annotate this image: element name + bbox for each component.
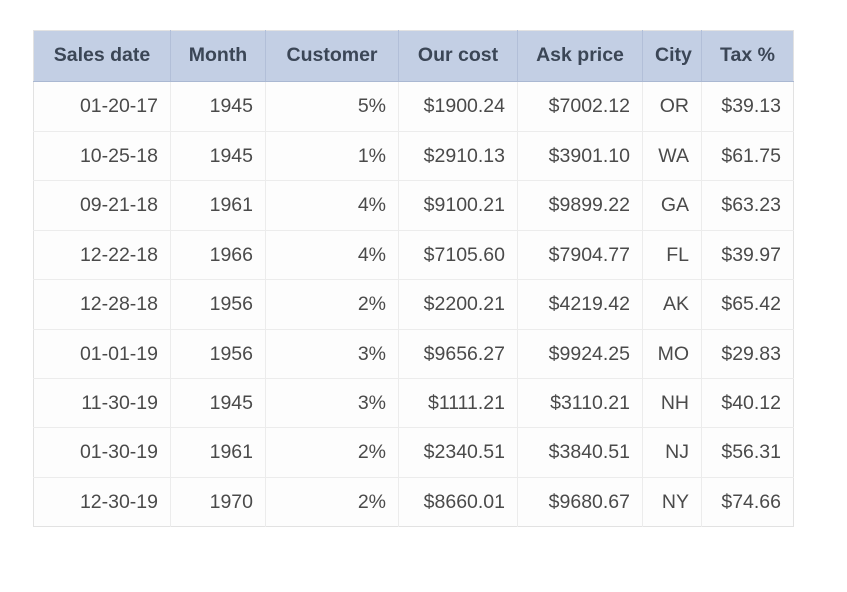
cell-city: AK bbox=[642, 279, 702, 330]
column-header-our-cost[interactable]: Our cost bbox=[398, 30, 518, 83]
cell-month: 1961 bbox=[170, 427, 266, 478]
cell-tax-pct: $56.31 bbox=[701, 427, 794, 478]
cell-ask-price: $9924.25 bbox=[517, 329, 643, 379]
cell-our-cost: $9100.21 bbox=[398, 180, 518, 231]
table-row[interactable]: 01-01-19 1956 3% $9656.27 $9924.25 MO $2… bbox=[33, 329, 794, 379]
cell-ask-price: $3110.21 bbox=[517, 378, 643, 429]
column-header-customer[interactable]: Customer bbox=[265, 30, 399, 83]
cell-sales-date: 12-28-18 bbox=[33, 279, 171, 330]
cell-customer: 5% bbox=[265, 81, 399, 132]
cell-our-cost: $1111.21 bbox=[398, 378, 518, 429]
cell-tax-pct: $61.75 bbox=[701, 131, 794, 182]
cell-ask-price: $3901.10 bbox=[517, 131, 643, 182]
cell-customer: 3% bbox=[265, 378, 399, 429]
cell-month: 1956 bbox=[170, 279, 266, 330]
cell-customer: 3% bbox=[265, 329, 399, 379]
cell-month: 1956 bbox=[170, 329, 266, 379]
cell-month: 1961 bbox=[170, 180, 266, 231]
cell-sales-date: 01-20-17 bbox=[33, 81, 171, 132]
cell-sales-date: 10-25-18 bbox=[33, 131, 171, 182]
table-row[interactable]: 10-25-18 1945 1% $2910.13 $3901.10 WA $6… bbox=[33, 131, 794, 182]
cell-tax-pct: $29.83 bbox=[701, 329, 794, 379]
cell-month: 1970 bbox=[170, 477, 266, 527]
cell-sales-date: 12-22-18 bbox=[33, 230, 171, 281]
column-header-tax-pct[interactable]: Tax % bbox=[701, 30, 794, 83]
sales-data-table: Sales date Month Customer Our cost Ask p… bbox=[33, 30, 794, 528]
cell-month: 1945 bbox=[170, 378, 266, 429]
table-row[interactable]: 12-30-19 1970 2% $8660.01 $9680.67 NY $7… bbox=[33, 477, 794, 527]
cell-ask-price: $7002.12 bbox=[517, 81, 643, 132]
page-root: Sales date Month Customer Our cost Ask p… bbox=[0, 0, 847, 592]
table-row[interactable]: 12-22-18 1966 4% $7105.60 $7904.77 FL $3… bbox=[33, 230, 794, 281]
table-row[interactable]: 12-28-18 1956 2% $2200.21 $4219.42 AK $6… bbox=[33, 279, 794, 330]
table-header: Sales date Month Customer Our cost Ask p… bbox=[33, 30, 794, 83]
cell-our-cost: $2200.21 bbox=[398, 279, 518, 330]
column-header-ask-price[interactable]: Ask price bbox=[517, 30, 643, 83]
sales-table-container: Sales date Month Customer Our cost Ask p… bbox=[33, 30, 794, 528]
cell-month: 1945 bbox=[170, 81, 266, 132]
table-row[interactable]: 11-30-19 1945 3% $1111.21 $3110.21 NH $4… bbox=[33, 378, 794, 429]
cell-our-cost: $8660.01 bbox=[398, 477, 518, 527]
cell-tax-pct: $65.42 bbox=[701, 279, 794, 330]
cell-customer: 2% bbox=[265, 477, 399, 527]
cell-sales-date: 11-30-19 bbox=[33, 378, 171, 429]
cell-city: NY bbox=[642, 477, 702, 527]
cell-city: NJ bbox=[642, 427, 702, 478]
cell-customer: 2% bbox=[265, 279, 399, 330]
cell-month: 1966 bbox=[170, 230, 266, 281]
cell-customer: 4% bbox=[265, 230, 399, 281]
cell-customer: 4% bbox=[265, 180, 399, 231]
cell-tax-pct: $40.12 bbox=[701, 378, 794, 429]
table-body: 01-20-17 1945 5% $1900.24 $7002.12 OR $3… bbox=[33, 81, 794, 527]
cell-city: MO bbox=[642, 329, 702, 379]
cell-sales-date: 01-01-19 bbox=[33, 329, 171, 379]
column-header-city[interactable]: City bbox=[642, 30, 702, 83]
cell-tax-pct: $74.66 bbox=[701, 477, 794, 527]
table-header-row: Sales date Month Customer Our cost Ask p… bbox=[33, 30, 794, 83]
cell-ask-price: $9899.22 bbox=[517, 180, 643, 231]
table-row[interactable]: 01-20-17 1945 5% $1900.24 $7002.12 OR $3… bbox=[33, 81, 794, 132]
cell-ask-price: $9680.67 bbox=[517, 477, 643, 527]
cell-tax-pct: $39.13 bbox=[701, 81, 794, 132]
cell-our-cost: $7105.60 bbox=[398, 230, 518, 281]
cell-city: NH bbox=[642, 378, 702, 429]
cell-our-cost: $1900.24 bbox=[398, 81, 518, 132]
cell-city: GA bbox=[642, 180, 702, 231]
table-row[interactable]: 01-30-19 1961 2% $2340.51 $3840.51 NJ $5… bbox=[33, 427, 794, 478]
cell-sales-date: 09-21-18 bbox=[33, 180, 171, 231]
cell-city: FL bbox=[642, 230, 702, 281]
cell-our-cost: $2340.51 bbox=[398, 427, 518, 478]
cell-sales-date: 01-30-19 bbox=[33, 427, 171, 478]
cell-customer: 1% bbox=[265, 131, 399, 182]
cell-sales-date: 12-30-19 bbox=[33, 477, 171, 527]
cell-customer: 2% bbox=[265, 427, 399, 478]
cell-city: OR bbox=[642, 81, 702, 132]
cell-tax-pct: $63.23 bbox=[701, 180, 794, 231]
cell-ask-price: $4219.42 bbox=[517, 279, 643, 330]
column-header-month[interactable]: Month bbox=[170, 30, 266, 83]
cell-tax-pct: $39.97 bbox=[701, 230, 794, 281]
cell-ask-price: $3840.51 bbox=[517, 427, 643, 478]
column-header-sales-date[interactable]: Sales date bbox=[33, 30, 171, 83]
cell-ask-price: $7904.77 bbox=[517, 230, 643, 281]
cell-month: 1945 bbox=[170, 131, 266, 182]
cell-our-cost: $9656.27 bbox=[398, 329, 518, 379]
table-row[interactable]: 09-21-18 1961 4% $9100.21 $9899.22 GA $6… bbox=[33, 180, 794, 231]
cell-city: WA bbox=[642, 131, 702, 182]
cell-our-cost: $2910.13 bbox=[398, 131, 518, 182]
